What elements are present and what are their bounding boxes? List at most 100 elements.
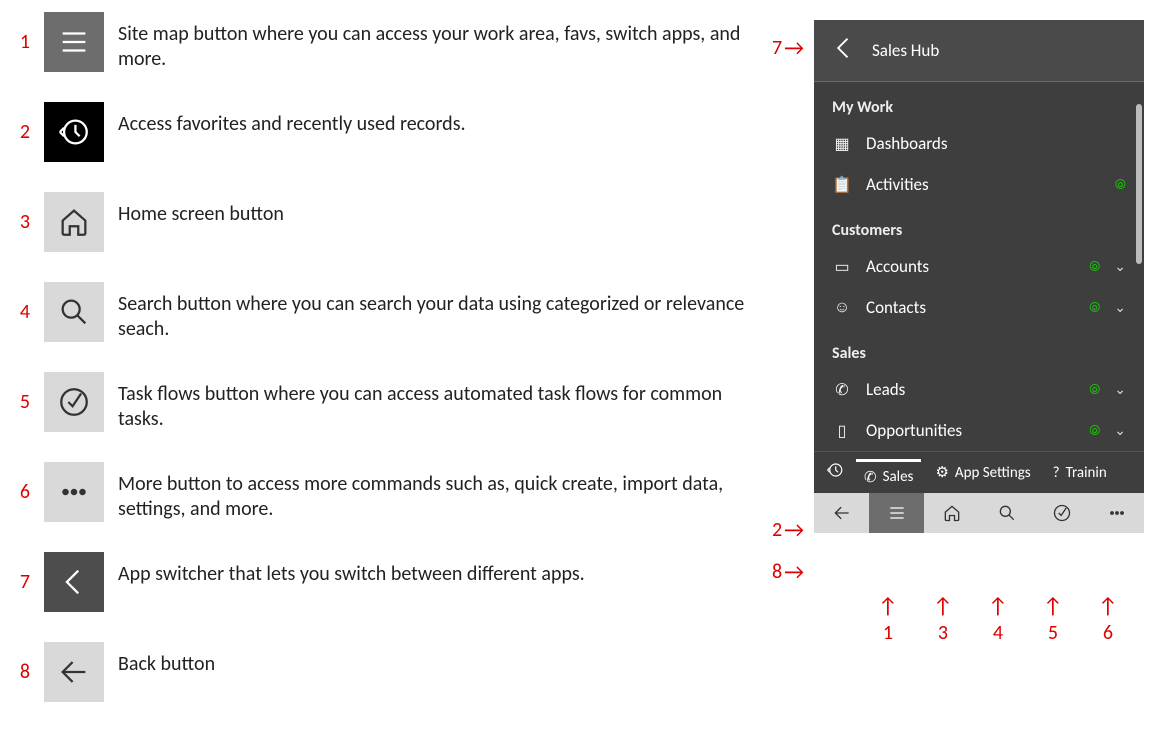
chevron-left-icon [830,34,858,67]
bottom-taskflow[interactable] [1034,493,1089,533]
callout: 7 [772,34,804,61]
arrow-up-icon [878,592,898,619]
bottom-back[interactable] [814,493,869,533]
scrollbar[interactable] [1136,104,1142,264]
tab-label: Trainin [1066,464,1107,482]
legend-row: 4 Search button where you can search you… [0,282,770,342]
sitemap-body: My Work ▦ Dashboards 📋 Activities ⦾ Cust… [814,82,1144,451]
callout-number: 5 [1048,621,1058,645]
activity-icon: 📋 [832,175,852,195]
legend-text: Back button [118,642,770,677]
bottom-home[interactable] [924,493,979,533]
callout: 6 [1098,592,1118,645]
more-icon [44,462,104,522]
callout-number: 2 [772,518,782,542]
mobile-sitemap-panel: Sales Hub My Work ▦ Dashboards 📋 Activit… [814,20,1144,533]
chevron-down-icon[interactable]: ⌄ [1114,422,1126,439]
callout-number: 1 [883,621,893,645]
callout: 5 [1043,592,1063,645]
legend-number: 1 [8,12,30,54]
legend-text: Home screen button [118,192,770,227]
legend-number: 6 [8,462,30,504]
legend-row: 6 More button to access more commands su… [0,462,770,522]
legend-row: 5 Task flows button where you can access… [0,372,770,432]
legend-text: Site map button where you can access you… [118,12,770,72]
account-icon: ▭ [832,257,852,277]
callout-number: 3 [938,621,948,645]
arrow-up-icon [1098,592,1118,619]
offline-icon: ⦾ [1089,381,1100,398]
callout: 3 [933,592,953,645]
callout-number: 4 [993,621,1003,645]
callout: 2 [772,516,804,543]
legend-number: 5 [8,372,30,414]
legend-text: Task flows button where you can access a… [118,372,770,432]
tab-sales[interactable]: ✆ Sales [856,459,921,487]
legend-row: 3 Home screen button [0,192,770,252]
taskflow-icon [44,372,104,432]
section-title: My Work [814,82,1144,123]
tab-settings[interactable]: ⚙ App Settings [927,463,1038,482]
section-title: Customers [814,205,1144,246]
chevron-down-icon[interactable]: ⌄ [1114,258,1126,275]
arrow-right-icon [784,558,804,585]
legend-row: 2 Access favorites and recently used rec… [0,102,770,162]
help-icon: ? [1053,464,1060,482]
sitemap-item-dashboards[interactable]: ▦ Dashboards [814,123,1144,164]
dashboard-icon: ▦ [832,134,852,154]
phone-icon: ✆ [864,468,877,487]
opportunity-icon: ▯ [832,421,852,441]
sitemap-item-label: Activities [866,174,1101,195]
search-icon [44,282,104,342]
legend-number: 2 [8,102,30,144]
sitemap-item-label: Accounts [866,256,1075,277]
callout: 8 [772,558,804,585]
legend-row: 1 Site map button where you can access y… [0,12,770,72]
legend-text: App switcher that lets you switch betwee… [118,552,770,587]
offline-icon: ⦾ [1089,422,1100,439]
arrow-right-icon [784,34,804,61]
offline-icon: ⦾ [1089,299,1100,316]
home-icon [44,192,104,252]
legend-text: Access favorites and recently used recor… [118,102,770,137]
bottom-search[interactable] [979,493,1034,533]
app-title: Sales Hub [872,40,939,61]
sitemap-item-label: Opportunities [866,420,1075,441]
chevron-down-icon[interactable]: ⌄ [1114,299,1126,316]
bottom-sitemap[interactable] [869,493,924,533]
back-arrow-icon [44,642,104,702]
offline-icon: ⦾ [1089,258,1100,275]
recent-icon[interactable] [820,461,850,484]
sitemap-item-activities[interactable]: 📋 Activities ⦾ [814,164,1144,205]
section-title: Sales [814,328,1144,369]
chevron-left-icon [44,552,104,612]
bottom-command-bar [814,493,1144,533]
contact-icon: ☺ [832,298,852,317]
tab-training[interactable]: ? Trainin [1045,464,1115,482]
legend-number: 8 [8,642,30,684]
bottom-more[interactable] [1089,493,1144,533]
legend-number: 4 [8,282,30,324]
callout-number: 8 [772,560,782,584]
offline-icon: ⦾ [1115,176,1126,193]
chevron-down-icon[interactable]: ⌄ [1114,381,1126,398]
sitemap-item-label: Leads [866,379,1075,400]
legend-text: Search button where you can search your … [118,282,770,342]
arrow-up-icon [1043,592,1063,619]
legend-text: More button to access more commands such… [118,462,770,522]
arrow-right-icon [784,516,804,543]
tab-label: App Settings [955,464,1031,482]
sitemap-item-contacts[interactable]: ☺ Contacts ⦾ ⌄ [814,287,1144,328]
callout: 1 [878,592,898,645]
legend-list: 1 Site map button where you can access y… [0,0,770,732]
sitemap-item-accounts[interactable]: ▭ Accounts ⦾ ⌄ [814,246,1144,287]
callout-number: 6 [1103,621,1113,645]
app-switcher-header[interactable]: Sales Hub [814,20,1144,82]
sitemap-item-label: Dashboards [866,133,1126,154]
arrow-up-icon [988,592,1008,619]
sitemap-item-opportunities[interactable]: ▯ Opportunities ⦾ ⌄ [814,410,1144,451]
sitemap-item-label: Contacts [866,297,1075,318]
sitemap-item-leads[interactable]: ✆ Leads ⦾ ⌄ [814,369,1144,410]
legend-row: 7 App switcher that lets you switch betw… [0,552,770,612]
arrow-up-icon [933,592,953,619]
